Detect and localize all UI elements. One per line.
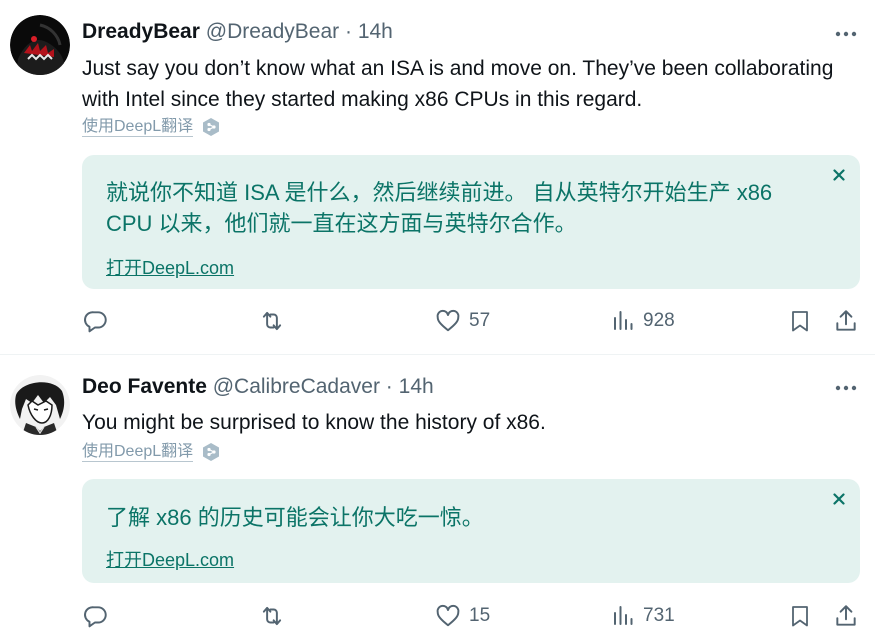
avatar[interactable]: [10, 375, 70, 435]
more-dots-icon: [835, 31, 857, 37]
share-button[interactable]: [833, 601, 859, 631]
translated-text: 了解 x86 的历史可能会让你大吃一惊。: [106, 505, 484, 530]
views-bar-chart-icon: [614, 311, 633, 330]
deepl-translate-button[interactable]: 使用DeepL翻译: [82, 117, 221, 137]
retweet-button[interactable]: [258, 601, 286, 631]
reply-button[interactable]: [83, 601, 109, 631]
more-options-button[interactable]: [829, 378, 863, 398]
tweet-actions: 15 731: [0, 601, 875, 631]
display-name[interactable]: Deo Favente: [82, 375, 207, 398]
separator-dot: ·: [344, 20, 352, 43]
timestamp[interactable]: 14h: [358, 20, 393, 43]
bookmark-icon: [792, 606, 808, 627]
tweet-text: You might be surprised to know the histo…: [82, 411, 546, 434]
view-count: 731: [643, 605, 675, 626]
avatar[interactable]: [10, 15, 70, 75]
share-button[interactable]: [833, 306, 859, 336]
retweet-icon: [262, 606, 282, 626]
like-count: 57: [469, 310, 491, 331]
user-handle[interactable]: @DreadyBear: [206, 20, 339, 43]
timestamp[interactable]: 14h: [399, 375, 434, 398]
translated-text: 就说你不知道 ISA 是什么，然后继续前进。 自从英特尔开始生产 x86 CPU…: [106, 180, 773, 236]
tweet-actions: 57 928: [0, 306, 875, 336]
views-button[interactable]: 731: [611, 601, 675, 631]
retweet-button[interactable]: [258, 306, 286, 336]
user-handle[interactable]: @CalibreCadaver: [213, 375, 380, 398]
bookmark-button[interactable]: [788, 601, 812, 631]
close-icon: [833, 169, 845, 181]
retweet-icon: [262, 311, 282, 331]
more-options-button[interactable]: [829, 24, 863, 44]
tweet-header: Deo Favente @CalibreCadaver · 14h: [82, 375, 434, 399]
close-translation-button[interactable]: [831, 167, 847, 183]
more-dots-icon: [835, 385, 857, 391]
deepl-translate-button[interactable]: 使用DeepL翻译: [82, 442, 221, 462]
reply-button[interactable]: [83, 306, 109, 336]
share-icon: [836, 605, 856, 626]
display-name[interactable]: DreadyBear: [82, 20, 200, 43]
translate-label: 使用DeepL翻译: [82, 442, 194, 462]
share-icon: [836, 310, 856, 331]
separator-dot: ·: [385, 375, 393, 398]
close-icon: [833, 493, 845, 505]
open-deepl-link[interactable]: 打开DeepL.com: [106, 254, 234, 280]
tweet-1[interactable]: DreadyBear @DreadyBear · 14h Just say yo…: [0, 0, 875, 355]
tweet-2[interactable]: Deo Favente @CalibreCadaver · 14h You mi…: [0, 355, 875, 642]
deepl-translation-panel: 了解 x86 的历史可能会让你大吃一惊。 打开DeepL.com: [82, 479, 860, 583]
deepl-logo-icon: [203, 118, 220, 136]
close-translation-button[interactable]: [831, 491, 847, 507]
reply-icon: [84, 311, 107, 333]
bookmark-button[interactable]: [788, 306, 812, 336]
deepl-logo-icon: [203, 443, 220, 461]
heart-icon: [436, 309, 460, 332]
like-count: 15: [469, 605, 491, 626]
tweet-text: Just say you don’t know what an ISA is a…: [82, 57, 834, 111]
bookmark-icon: [792, 311, 808, 332]
reply-icon: [84, 606, 107, 628]
views-button[interactable]: 928: [611, 306, 675, 336]
tweet-header: DreadyBear @DreadyBear · 14h: [82, 20, 393, 44]
like-button[interactable]: 57: [435, 306, 490, 336]
heart-icon: [436, 604, 460, 627]
like-button[interactable]: 15: [435, 601, 490, 631]
views-bar-chart-icon: [614, 606, 633, 625]
view-count: 928: [643, 310, 675, 331]
open-deepl-link[interactable]: 打开DeepL.com: [106, 546, 234, 572]
deepl-translation-panel: 就说你不知道 ISA 是什么，然后继续前进。 自从英特尔开始生产 x86 CPU…: [82, 155, 860, 289]
translate-label: 使用DeepL翻译: [82, 117, 194, 137]
